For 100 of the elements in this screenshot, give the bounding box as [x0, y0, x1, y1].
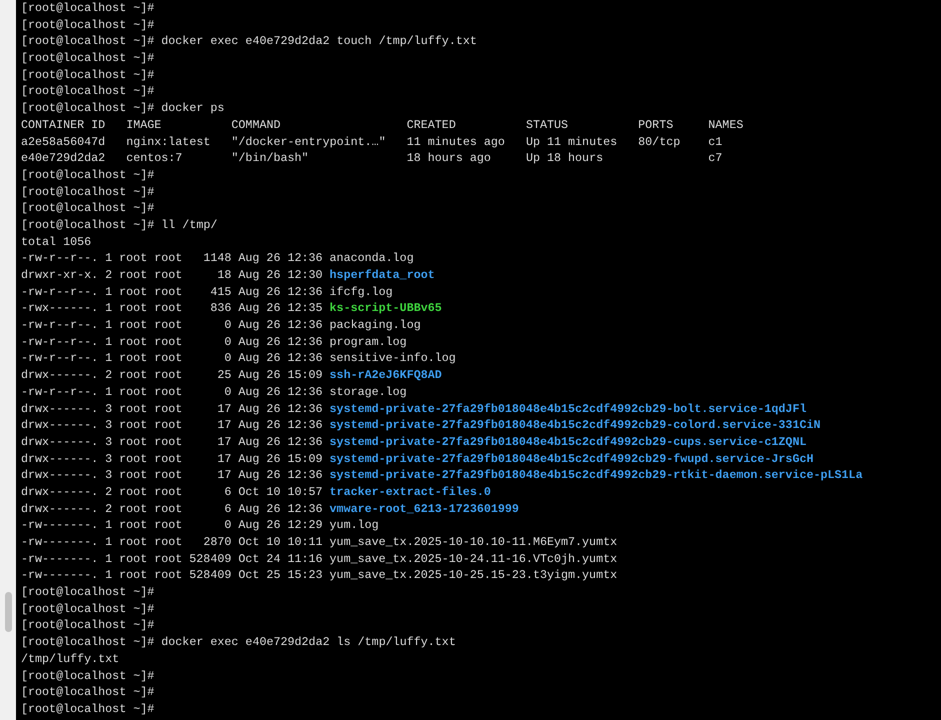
permissions-text: drwx------. — [21, 434, 98, 451]
group-text: root — [154, 384, 182, 400]
file-name: program.log — [330, 334, 407, 350]
modified-date: Aug 26 12:36 — [238, 384, 323, 400]
shell-prompt: [root@localhost ~]# — [21, 617, 154, 634]
file-size: 6 — [224, 502, 232, 516]
output-text: total 1056 — [21, 234, 92, 250]
permissions-text: drwxr-xr-x. — [21, 267, 98, 284]
file-name: ifcfg.log — [330, 284, 393, 300]
table-cell: COMMAND — [231, 118, 281, 132]
shell-prompt: [root@localhost ~]# — [21, 216, 154, 234]
modified-date: Aug 26 15:09 — [238, 367, 323, 384]
file-size: 1148 — [203, 251, 232, 266]
file-name: yum_save_tx.2025-10-25.15-23.t3yigm.yumtx — [330, 567, 618, 584]
owner-text: root — [119, 500, 148, 518]
modified-date: Oct 10 10:57 — [238, 484, 323, 501]
table-cell: Up 18 hours — [526, 151, 604, 166]
table-cell: a2e58a56047d — [21, 134, 106, 148]
shell-prompt: [root@localhost ~]# — [21, 100, 154, 117]
file-size: 0 — [224, 334, 232, 349]
owner-text: root — [119, 350, 148, 368]
modified-date: Aug 26 12:36 — [238, 400, 323, 418]
permissions-text: -rw-------. — [21, 550, 98, 568]
shell-prompt: [root@localhost ~]# — [21, 700, 154, 718]
modified-date: Aug 26 12:36 — [238, 250, 323, 267]
modified-date: Aug 26 15:09 — [238, 450, 323, 468]
table-cell: 11 minutes ago — [406, 134, 505, 148]
owner-text: root — [119, 450, 148, 468]
file-name: vmware-root_6213-1723601999 — [330, 500, 519, 518]
table-cell: PORTS — [638, 118, 674, 132]
shell-prompt: [root@localhost ~]# — [21, 584, 154, 601]
file-size: 0 — [224, 384, 232, 399]
modified-date: Aug 26 12:35 — [238, 300, 323, 318]
group-text: root — [154, 434, 182, 451]
modified-date: Oct 25 15:23 — [238, 567, 323, 584]
group-text: root — [154, 450, 182, 468]
file-size: 17 — [217, 468, 232, 482]
permissions-text: drwx------. — [21, 467, 98, 484]
link-count: 2 — [105, 267, 112, 284]
file-size: 2870 — [203, 535, 232, 549]
link-count: 2 — [105, 484, 112, 501]
group-text: root — [154, 484, 182, 501]
link-count: 2 — [105, 367, 112, 384]
table-cell: STATUS — [526, 118, 568, 132]
command-text: docker exec e40e729d2da2 touch /tmp/luffy.txt — [161, 33, 477, 50]
group-text: root — [154, 250, 182, 267]
file-size: 17 — [217, 434, 232, 449]
owner-text: root — [119, 300, 148, 318]
group-text: root — [154, 334, 182, 350]
file-size: 18 — [217, 268, 232, 282]
owner-text: root — [119, 417, 148, 434]
link-count: 1 — [105, 250, 112, 267]
file-size: 17 — [217, 452, 232, 466]
modified-date: Aug 26 12:29 — [238, 517, 323, 534]
shell-prompt: [root@localhost ~]# — [21, 16, 154, 34]
permissions-text: -rw-r--r--. — [21, 317, 98, 334]
group-text: root — [154, 317, 182, 334]
permissions-text: drwx------. — [21, 367, 98, 384]
group-text: root — [154, 400, 182, 418]
owner-text: root — [119, 250, 148, 267]
file-name: anaconda.log — [330, 250, 414, 267]
table-cell: Up 11 minutes — [526, 134, 618, 148]
permissions-text: -rw-r--r--. — [21, 334, 98, 350]
shell-prompt: [root@localhost ~]# — [21, 83, 154, 100]
link-count: 3 — [105, 417, 112, 434]
file-name: ssh-rA2eJ6KFQ8AD — [330, 367, 442, 384]
link-count: 1 — [105, 300, 112, 318]
link-count: 1 — [105, 550, 112, 568]
permissions-text: drwx------. — [21, 450, 98, 468]
command-text: docker ps — [161, 100, 224, 117]
permissions-text: -rw-------. — [21, 567, 98, 584]
file-size: 25 — [217, 368, 232, 382]
permissions-text: -rw-r--r--. — [21, 384, 98, 400]
shell-prompt: [root@localhost ~]# — [21, 668, 154, 684]
shell-prompt: [root@localhost ~]# — [21, 200, 154, 217]
modified-date: Oct 24 11:16 — [238, 550, 323, 568]
modified-date: Aug 26 12:36 — [238, 467, 323, 484]
shell-prompt: [root@localhost ~]# — [21, 600, 154, 618]
permissions-text: -rwx------. — [21, 300, 98, 318]
group-text: root — [154, 467, 182, 484]
table-cell: CONTAINER ID — [21, 118, 106, 132]
modified-date: Aug 26 12:36 — [238, 500, 323, 518]
link-count: 1 — [105, 534, 112, 551]
table-cell: c1 — [708, 134, 722, 148]
command-text: docker exec e40e729d2da2 ls /tmp/luffy.txt — [161, 634, 456, 651]
permissions-text: -rw-r--r--. — [21, 350, 98, 368]
file-name: tracker-extract-files.0 — [330, 484, 491, 501]
modified-date: Oct 10 10:11 — [238, 534, 323, 551]
link-count: 1 — [105, 350, 112, 368]
shell-prompt: [root@localhost ~]# — [21, 684, 154, 701]
scrollbar-thumb[interactable] — [4, 592, 12, 632]
table-cell: 80/tcp — [638, 134, 680, 148]
permissions-text: -rw-------. — [21, 534, 98, 551]
owner-text: root — [119, 467, 148, 484]
link-count: 2 — [105, 500, 112, 518]
shell-prompt: [root@localhost ~]# — [21, 0, 154, 17]
owner-text: root — [119, 484, 148, 501]
owner-text: root — [119, 267, 148, 284]
command-text: ll /tmp/ — [161, 216, 218, 234]
file-name: storage.log — [330, 384, 407, 400]
